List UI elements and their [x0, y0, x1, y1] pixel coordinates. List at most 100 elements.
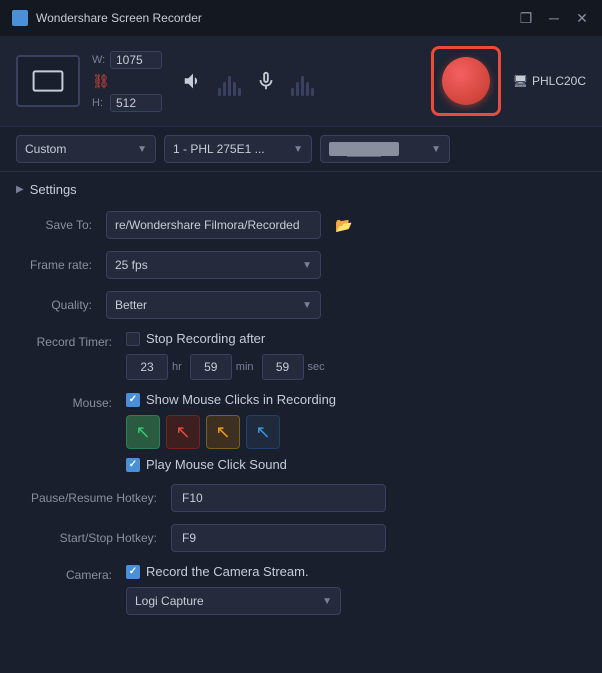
app-icon — [12, 10, 28, 26]
dropdown-row: Custom ▼ 1 - PHL 275E1 ... ▼ ████ ▼ — [0, 127, 602, 172]
record-button[interactable] — [431, 46, 501, 116]
show-clicks-text: Show Mouse Clicks in Recording — [146, 392, 336, 407]
play-click-sound-checkbox[interactable] — [126, 458, 140, 472]
mouse-label: Mouse: — [16, 392, 126, 410]
link-icon[interactable]: ⛓ — [92, 73, 110, 90]
stop-recording-checkbox-label[interactable]: Stop Recording after — [126, 331, 329, 346]
screen-shape-selector[interactable] — [16, 55, 80, 107]
play-click-sound-checkbox-label[interactable]: Play Mouse Click Sound — [126, 457, 336, 472]
title-bar-controls: ❐ ─ ✕ — [518, 10, 590, 27]
camera-arrow: ▼ — [322, 596, 332, 607]
mic-level-bars — [291, 66, 314, 96]
frame-rate-label: Frame rate: — [16, 258, 106, 272]
quality-arrow: ▼ — [302, 300, 312, 311]
pause-hotkey-label: Pause/Resume Hotkey: — [16, 491, 171, 505]
camera-checkbox[interactable] — [126, 565, 140, 579]
mouse-row: Mouse: Show Mouse Clicks in Recording ↖ … — [16, 392, 586, 472]
settings-header[interactable]: ▶ Settings — [16, 182, 586, 197]
height-input[interactable] — [110, 94, 162, 112]
monitor-name: PHLC20C — [532, 74, 586, 88]
stop-recording-text: Stop Recording after — [146, 331, 265, 346]
title-text: Wondershare Screen Recorder — [36, 11, 202, 25]
mic-bar-5 — [311, 88, 314, 96]
audio-section — [174, 62, 419, 100]
mic-arrow: ▼ — [431, 144, 441, 155]
camera-checkbox-text: Record the Camera Stream. — [146, 564, 309, 579]
cursor-red-btn[interactable]: ↖ — [166, 415, 200, 449]
monitor-label: 🖥 PHLC20C — [513, 74, 586, 88]
mouse-controls: Show Mouse Clicks in Recording ↖ ↖ ↖ ↖ — [126, 392, 336, 472]
save-to-row: Save To: re/Wondershare Filmora/Recorded… — [16, 211, 586, 239]
minutes-input[interactable]: 59 — [190, 354, 232, 380]
seconds-input[interactable]: 59 — [262, 354, 304, 380]
vol-bar-1 — [218, 88, 221, 96]
show-clicks-checkbox[interactable] — [126, 393, 140, 407]
camera-value: Logi Capture — [135, 594, 204, 608]
frame-rate-value: 25 fps — [115, 258, 148, 272]
quality-value: Better — [115, 298, 147, 312]
settings-arrow-icon: ▶ — [16, 184, 24, 195]
title-bar: Wondershare Screen Recorder ❐ ─ ✕ — [0, 0, 602, 36]
audio-arrow: ▼ — [293, 144, 303, 155]
start-stop-hotkey-label: Start/Stop Hotkey: — [16, 531, 171, 545]
audio-value: 1 - PHL 275E1 ... — [173, 142, 265, 156]
cursor-yellow-btn[interactable]: ↖ — [206, 415, 240, 449]
resolution-value: Custom — [25, 142, 66, 156]
folder-icon[interactable]: 📂 — [335, 217, 352, 234]
mic-dropdown[interactable]: ████ ▼ — [320, 135, 450, 163]
start-stop-hotkey-value[interactable]: F9 — [171, 524, 386, 552]
cursor-style-buttons: ↖ ↖ ↖ ↖ — [126, 415, 336, 449]
pause-hotkey-row: Pause/Resume Hotkey: F10 — [16, 484, 586, 512]
cursor-blue-btn[interactable]: ↖ — [246, 415, 280, 449]
close-button[interactable]: ✕ — [574, 10, 590, 27]
camera-row: Camera: Record the Camera Stream. Logi C… — [16, 564, 586, 615]
record-timer-controls: Stop Recording after 23 hr 59 min 59 sec — [126, 331, 329, 380]
quality-select[interactable]: Better ▼ — [106, 291, 321, 319]
width-input[interactable] — [110, 51, 162, 69]
save-path-text: re/Wondershare Filmora/Recorded — [115, 218, 300, 232]
play-click-sound-text: Play Mouse Click Sound — [146, 457, 287, 472]
mic-bar-4 — [306, 82, 309, 96]
show-clicks-checkbox-label[interactable]: Show Mouse Clicks in Recording — [126, 392, 336, 407]
vol-bar-3 — [228, 76, 231, 96]
mic-button[interactable] — [247, 62, 285, 100]
quality-row: Quality: Better ▼ — [16, 291, 586, 319]
min-label: min — [236, 361, 254, 373]
save-to-path[interactable]: re/Wondershare Filmora/Recorded — [106, 211, 321, 239]
record-circle — [442, 57, 490, 105]
hours-input[interactable]: 23 — [126, 354, 168, 380]
save-to-value-row: re/Wondershare Filmora/Recorded 📂 — [106, 211, 352, 239]
link-row: ⛓ — [92, 73, 162, 90]
camera-select[interactable]: Logi Capture ▼ — [126, 587, 341, 615]
monitor-icon: 🖥 — [513, 74, 528, 88]
sec-label: sec — [308, 361, 325, 373]
camera-checkbox-label[interactable]: Record the Camera Stream. — [126, 564, 341, 579]
record-timer-row: Record Timer: Stop Recording after 23 hr… — [16, 331, 586, 380]
vol-bar-4 — [233, 82, 236, 96]
settings-section: ▶ Settings Save To: re/Wondershare Filmo… — [0, 172, 602, 637]
pause-hotkey-value[interactable]: F10 — [171, 484, 386, 512]
resolution-dropdown[interactable]: Custom ▼ — [16, 135, 156, 163]
settings-title: Settings — [30, 182, 77, 197]
vol-bar-2 — [223, 82, 226, 96]
cursor-default-btn[interactable]: ↖ — [126, 415, 160, 449]
stop-recording-checkbox[interactable] — [126, 332, 140, 346]
save-to-label: Save To: — [16, 218, 106, 232]
title-bar-left: Wondershare Screen Recorder — [12, 10, 202, 26]
audio-dropdown[interactable]: 1 - PHL 275E1 ... ▼ — [164, 135, 312, 163]
maximize-button[interactable]: ❐ — [518, 10, 534, 27]
mic-bar-1 — [291, 88, 294, 96]
camera-label: Camera: — [16, 564, 126, 582]
start-stop-hotkey-row: Start/Stop Hotkey: F9 — [16, 524, 586, 552]
speaker-button[interactable] — [174, 62, 212, 100]
minimize-button[interactable]: ─ — [546, 10, 562, 26]
width-row: W: — [92, 51, 162, 69]
frame-rate-arrow: ▼ — [302, 260, 312, 271]
top-controls: W: ⛓ H: — [0, 36, 602, 127]
frame-rate-select[interactable]: 25 fps ▼ — [106, 251, 321, 279]
height-row: H: — [92, 94, 162, 112]
quality-label: Quality: — [16, 298, 106, 312]
hr-label: hr — [172, 361, 182, 373]
mic-bar-3 — [301, 76, 304, 96]
height-label: H: — [92, 97, 106, 109]
